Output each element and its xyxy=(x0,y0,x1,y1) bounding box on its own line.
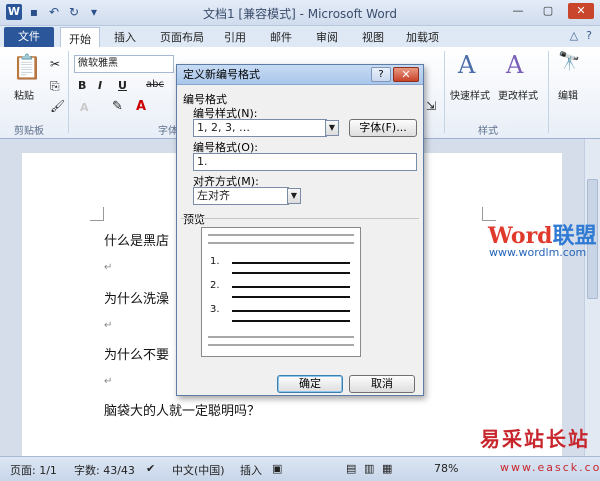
find-icon[interactable]: 🔭 xyxy=(558,51,580,72)
view-print-icon[interactable]: ▤ xyxy=(346,462,356,475)
minimize-icon[interactable]: — xyxy=(508,3,528,19)
tab-view[interactable]: 视图 xyxy=(362,29,384,45)
ribbon-minimize-icon[interactable]: △ xyxy=(570,29,578,42)
font-group-label: 字体 xyxy=(158,126,178,137)
preview-box: 1. 2. 3. xyxy=(201,227,361,357)
preview-line xyxy=(208,234,354,236)
tab-home[interactable]: 开始 xyxy=(60,27,100,48)
number-format-input[interactable]: 1. xyxy=(193,153,417,171)
format-painter-icon[interactable]: 🖌 xyxy=(50,99,65,113)
preview-line xyxy=(232,262,350,264)
preview-number-2: 2. xyxy=(210,280,220,291)
preview-number-1: 1. xyxy=(210,256,220,267)
ok-button[interactable]: 确定 xyxy=(277,375,343,393)
close-window-icon[interactable]: ✕ xyxy=(568,3,594,19)
paste-icon[interactable]: 📋 xyxy=(12,53,42,81)
quick-styles-label[interactable]: 快速样式 xyxy=(450,87,490,102)
preview-line xyxy=(208,242,354,244)
paragraph-mark: ↵ xyxy=(104,262,113,273)
title-bar: W ▪ ↶ ↻ ▾ 文档1 [兼容模式] - Microsoft Word — … xyxy=(0,0,600,26)
alignment-select[interactable]: 左对齐 xyxy=(193,187,289,205)
dialog-help-button[interactable]: ? xyxy=(371,67,391,82)
preview-line xyxy=(232,296,350,298)
font-name-input[interactable]: 微软雅黑 xyxy=(74,55,174,73)
vertical-scrollbar[interactable] xyxy=(584,139,600,456)
tab-file[interactable]: 文件 xyxy=(4,27,54,47)
tab-addins[interactable]: 加载项 xyxy=(406,29,439,45)
styles-group-label: 样式 xyxy=(478,126,498,137)
highlight-icon[interactable]: ✎ xyxy=(112,99,123,114)
dialog-close-button[interactable]: ✕ xyxy=(393,67,419,82)
preview-line xyxy=(232,286,350,288)
edit-label[interactable]: 编辑 xyxy=(558,87,578,102)
word-count[interactable]: 字数: 43/43 xyxy=(74,462,135,478)
view-web-icon[interactable]: ▦ xyxy=(382,462,392,475)
define-number-format-dialog: 定义新编号格式 ? ✕ 编号格式 编号样式(N): 1, 2, 3, … ▼ 字… xyxy=(176,64,424,396)
window-controls: — ▢ ✕ xyxy=(508,3,594,19)
preview-line xyxy=(232,320,350,322)
quick-styles-icon[interactable]: A xyxy=(458,51,475,79)
underline-button[interactable]: U xyxy=(118,79,127,92)
italic-button[interactable]: I xyxy=(98,79,102,92)
help-icon[interactable]: ? xyxy=(586,29,592,42)
wordlm-url: www.wordlm.com xyxy=(489,246,587,259)
dialog-title-bar: 定义新编号格式 ? ✕ xyxy=(177,65,423,85)
preview-line xyxy=(232,272,350,274)
tab-mailings[interactable]: 邮件 xyxy=(270,29,292,45)
ribbon-tabs: 文件 开始 插入 页面布局 引用 邮件 审阅 视图 加载项 △ ? xyxy=(0,26,600,48)
view-reading-icon[interactable]: ▥ xyxy=(364,462,374,475)
dialog-title: 定义新编号格式 xyxy=(183,68,260,81)
preview-line xyxy=(208,344,354,346)
page-count[interactable]: 页面: 1/1 xyxy=(10,462,57,478)
clipboard-group-label: 剪贴板 xyxy=(14,126,44,137)
macro-icon[interactable]: ▣ xyxy=(272,462,282,475)
chevron-down-icon[interactable]: ▼ xyxy=(287,188,301,204)
font-button[interactable]: 字体(F)... xyxy=(349,119,417,137)
paragraph-mark: ↵ xyxy=(104,376,113,387)
preview-line xyxy=(208,336,354,338)
change-styles-label[interactable]: 更改样式 xyxy=(498,87,538,102)
preview-number-3: 3. xyxy=(210,304,220,315)
preview-line xyxy=(232,310,350,312)
tab-review[interactable]: 审阅 xyxy=(316,29,338,45)
font-color-button[interactable]: A xyxy=(136,99,146,114)
copy-icon[interactable]: ⎘ xyxy=(50,79,60,94)
strikethrough-button[interactable]: abc xyxy=(146,79,164,90)
bold-button[interactable]: B xyxy=(78,79,86,92)
group-separator-3 xyxy=(548,51,549,133)
paste-label[interactable]: 粘贴 xyxy=(14,87,34,102)
preview-separator xyxy=(181,218,419,219)
doc-line-3[interactable]: 为什么不要 xyxy=(104,344,169,363)
number-style-select[interactable]: 1, 2, 3, … xyxy=(193,119,327,137)
chevron-down-icon[interactable]: ▼ xyxy=(325,120,339,136)
insert-mode[interactable]: 插入 xyxy=(240,462,262,478)
site-watermark-url: www.easck.com xyxy=(500,461,600,474)
site-watermark: 易采站长站 xyxy=(480,427,590,451)
maximize-icon[interactable]: ▢ xyxy=(538,3,558,19)
doc-line-4[interactable]: 脑袋大的人就一定聪明吗？ xyxy=(104,400,260,419)
paragraph-mark: ↵ xyxy=(104,320,113,331)
cancel-button[interactable]: 取消 xyxy=(349,375,415,393)
margin-corner xyxy=(90,207,104,221)
cut-icon[interactable]: ✂ xyxy=(50,57,60,71)
paragraph-launcher-icon[interactable]: ⇲ xyxy=(426,99,436,113)
language[interactable]: 中文(中国) xyxy=(172,462,225,478)
text-effects-icon[interactable]: A xyxy=(80,101,89,114)
group-separator xyxy=(68,51,69,133)
proofing-icon[interactable]: ✔ xyxy=(146,462,155,475)
tab-insert[interactable]: 插入 xyxy=(114,29,136,45)
doc-line-1[interactable]: 什么是黑店 xyxy=(104,230,169,249)
change-styles-icon[interactable]: A xyxy=(506,51,523,79)
tab-references[interactable]: 引用 xyxy=(224,29,246,45)
doc-line-2[interactable]: 为什么洗澡 xyxy=(104,288,169,307)
tab-page-layout[interactable]: 页面布局 xyxy=(160,29,204,45)
preview-label: 预览 xyxy=(183,213,205,226)
zoom-level[interactable]: 78% xyxy=(434,462,458,475)
group-separator-2 xyxy=(444,51,445,133)
